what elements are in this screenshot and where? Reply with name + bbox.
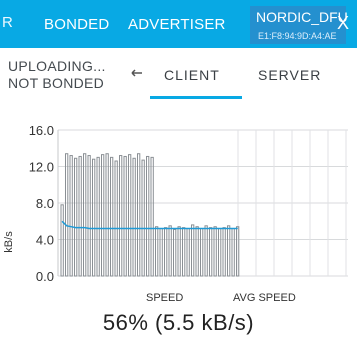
speed-bar (132, 157, 136, 277)
speed-bar (137, 153, 141, 277)
speed-bar (74, 157, 78, 277)
speed-bar (119, 155, 123, 277)
close-icon[interactable]: X (337, 13, 349, 34)
speed-bar (209, 227, 213, 277)
speed-bar (110, 156, 114, 277)
speed-bar (204, 225, 208, 277)
speed-bar (195, 226, 199, 277)
legend-avg-speed: AVG SPEED (233, 292, 296, 304)
speed-bar (164, 227, 168, 277)
speed-bar (92, 158, 96, 277)
bond-status-text: NOT BONDED (8, 75, 105, 91)
speed-bar (69, 155, 73, 277)
edge-tab-fragment[interactable]: R (2, 14, 13, 31)
speed-bar (96, 156, 100, 277)
speed-bar (155, 226, 159, 277)
speed-bar (105, 153, 109, 277)
tab-server[interactable]: SERVER (258, 67, 321, 83)
y-tick-label: 12.0 (29, 160, 54, 175)
speed-bar (218, 228, 222, 277)
speed-bar (87, 155, 91, 277)
speed-bar (200, 228, 204, 277)
tab-bonded[interactable]: BONDED (44, 16, 109, 33)
speed-bar (227, 225, 231, 277)
speed-bar (177, 226, 181, 277)
y-tick-label: 0.0 (36, 269, 54, 284)
speed-bar (186, 228, 190, 277)
speed-bar (65, 153, 69, 277)
y-tick-label: 16.0 (29, 123, 54, 138)
upload-status: UPLOADING... NOT BONDED (8, 58, 106, 92)
top-app-bar: R BONDED ADVERTISER NORDIC_DFU E1:F8:94:… (0, 0, 357, 48)
legend-speed: SPEED (146, 292, 184, 304)
y-tick-label: 8.0 (36, 196, 54, 211)
speed-bar (101, 154, 105, 277)
device-name: NORDIC_DFU (256, 9, 348, 25)
device-mac-address: E1:F8:94:9D:A4:AE (258, 31, 337, 41)
speed-bar (231, 228, 235, 277)
speed-bar (114, 160, 118, 277)
speed-bar (123, 155, 127, 277)
upload-status-text: UPLOADING... (8, 58, 106, 74)
tab-client[interactable]: CLIENT (164, 67, 220, 83)
connection-arrow-icon (131, 69, 142, 77)
speed-bar (213, 226, 217, 277)
device-tab-selected[interactable]: NORDIC_DFU E1:F8:94:9D:A4:AE (250, 6, 348, 44)
tab-client-indicator (150, 96, 242, 99)
tab-advertiser[interactable]: ADVERTISER (128, 16, 226, 33)
transfer-speed-chart: 16.0 12.0 8.0 4.0 0.0 (29, 123, 348, 284)
speed-bar (173, 228, 177, 277)
speed-bar (83, 153, 87, 277)
y-tick-label: 4.0 (36, 233, 54, 248)
speed-bar (60, 204, 64, 277)
speed-bar (182, 227, 186, 277)
speed-bar (128, 154, 132, 277)
speed-bar (159, 228, 163, 277)
speed-bar (150, 156, 154, 277)
speed-bar (168, 225, 172, 277)
speed-bar (141, 159, 145, 277)
speed-bar (78, 155, 82, 277)
speed-bar (222, 227, 226, 277)
speed-bar (146, 155, 150, 277)
transfer-progress-text: 56% (5.5 kB/s) (102, 310, 255, 335)
speed-bar (191, 224, 195, 277)
